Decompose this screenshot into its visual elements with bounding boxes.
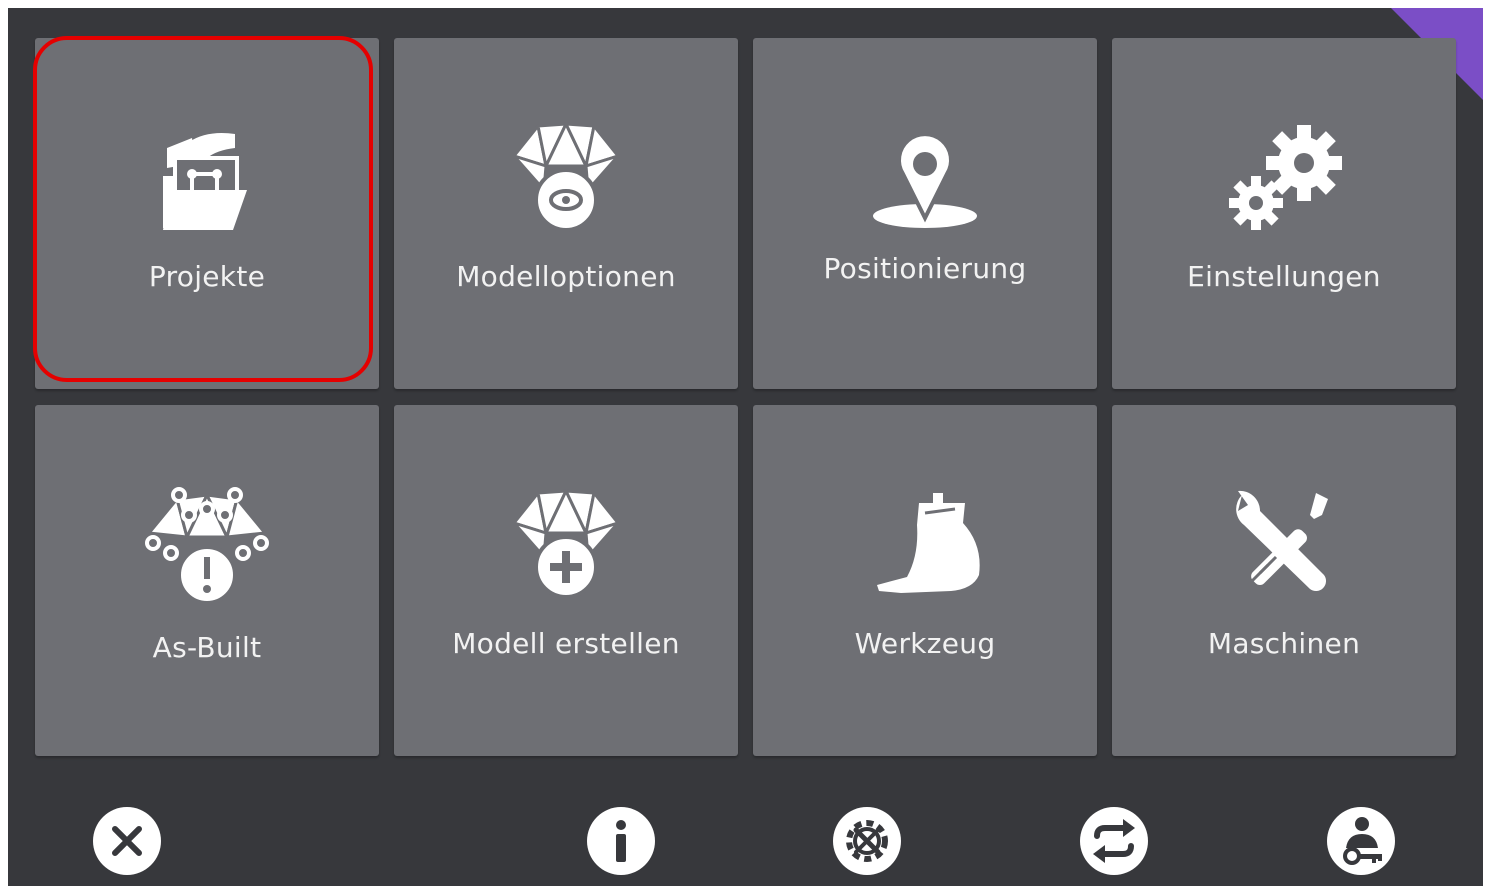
location-pin-icon bbox=[855, 118, 995, 238]
wrench-screwdriver-icon bbox=[1214, 485, 1354, 605]
tile-as-built[interactable]: As-Built bbox=[35, 405, 379, 756]
info-button[interactable] bbox=[586, 806, 656, 876]
tile-maschinen[interactable]: Maschinen bbox=[1112, 405, 1456, 756]
model-view-icon bbox=[496, 118, 636, 238]
tile-label: Maschinen bbox=[1207, 627, 1361, 660]
tile-label: Projekte bbox=[148, 260, 266, 293]
operator-login-button[interactable] bbox=[1326, 806, 1396, 876]
close-button[interactable] bbox=[92, 806, 162, 876]
main-menu-screen: Projekte Modelloptionen Positionierung E… bbox=[8, 8, 1483, 886]
tile-einstellungen[interactable]: Einstellungen bbox=[1112, 38, 1456, 389]
tile-label: Positionierung bbox=[823, 252, 1027, 285]
tile-werkzeug[interactable]: Werkzeug bbox=[753, 405, 1097, 756]
tile-modell-erstellen[interactable]: Modell erstellen bbox=[394, 405, 738, 756]
tile-label: Modelloptionen bbox=[456, 260, 676, 293]
bucket-icon bbox=[855, 485, 995, 605]
info-icon bbox=[587, 807, 655, 875]
model-add-icon bbox=[496, 485, 636, 605]
tile-modelloptionen[interactable]: Modelloptionen bbox=[394, 38, 738, 389]
swap-icon bbox=[1080, 807, 1148, 875]
projects-folder-icon bbox=[137, 118, 277, 238]
gear-wrench-icon bbox=[833, 807, 901, 875]
service-settings-button[interactable] bbox=[832, 806, 902, 876]
gears-icon bbox=[1214, 118, 1354, 238]
as-built-icon bbox=[137, 485, 277, 605]
tile-positionierung[interactable]: Positionierung bbox=[753, 38, 1097, 389]
tile-label: Einstellungen bbox=[1187, 260, 1381, 293]
tile-label: As-Built bbox=[152, 631, 262, 664]
tile-projekte[interactable]: Projekte bbox=[35, 38, 379, 389]
close-icon bbox=[93, 807, 161, 875]
operator-key-icon bbox=[1327, 807, 1395, 875]
tile-label: Werkzeug bbox=[854, 627, 996, 660]
swap-button[interactable] bbox=[1079, 806, 1149, 876]
tile-label: Modell erstellen bbox=[452, 627, 680, 660]
